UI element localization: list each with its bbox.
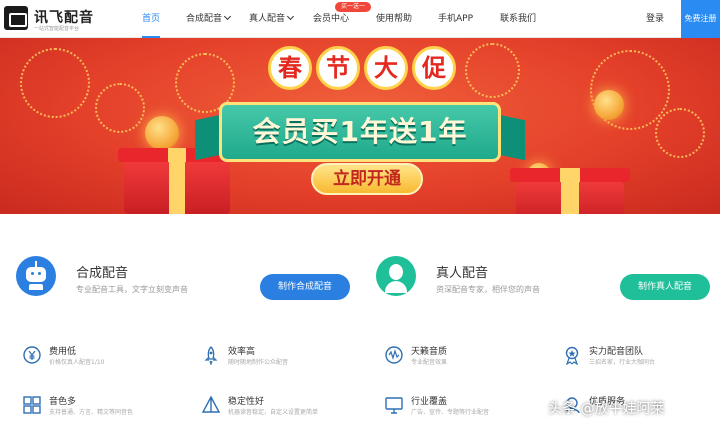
headline-char: 大 (364, 46, 408, 90)
logo-name: 讯飞配音 (34, 10, 94, 26)
nav-contact-label: 联系我们 (500, 14, 537, 24)
feature-subtitle: 支持普通、方言、精文等同音色 (49, 409, 134, 416)
service-human: 真人配音 资深配音专家，相伴您的声音 制作真人配音 (376, 256, 710, 312)
firework-decoration (20, 48, 90, 118)
nav-synthesis-label: 合成配音 (186, 14, 223, 24)
member-promo-badge: 买一送一 (335, 2, 372, 12)
top-nav-bar: 讯飞配音 一站式智能配音平台 首页 合成配音 真人配音 会员中心 使用帮助 手机… (0, 0, 720, 38)
site-logo[interactable]: 讯飞配音 一站式智能配音平台 (4, 6, 104, 34)
offer-text: 会员买1年送1年 (252, 115, 468, 148)
service-title: 真人配音 (436, 266, 489, 281)
yen-icon (23, 346, 41, 364)
feature-title: 行业覆盖 (411, 397, 448, 407)
feature-subtitle: 机器读音稳定，自定义设置更简单 (228, 409, 319, 416)
headline-char: 促 (412, 46, 456, 90)
service-synthesis: 合成配音 专业配音工具，文字立刻变声音 制作合成配音 (16, 256, 356, 312)
nav-contact[interactable]: 联系我们 (500, 0, 536, 38)
register-button[interactable]: 免费注册 (681, 0, 720, 38)
feature-subtitle: 专业配音效果 (411, 359, 448, 366)
nav-app-label: 手机APP (438, 14, 474, 24)
feature-item: 效率高 随时随地制作公众配音 (201, 344, 361, 374)
nav-member-label: 会员中心 (313, 14, 350, 24)
pyramid-icon (201, 395, 221, 413)
service-subtitle: 资深配音专家，相伴您的声音 (436, 285, 540, 294)
logo-tagline: 一站式智能配音平台 (34, 26, 80, 32)
nav-mobile-app[interactable]: 手机APP (438, 0, 473, 38)
headline-char: 春 (268, 46, 312, 90)
feature-title: 天籁音质 (411, 347, 448, 357)
watermark: 头条 @放牛娃阿莱 (548, 401, 665, 417)
feature-subtitle: 价格仅真人配音1/10 (49, 359, 105, 366)
service-title: 合成配音 (76, 266, 129, 281)
rocket-icon (204, 346, 218, 365)
nav-help-label: 使用帮助 (376, 14, 413, 24)
gold-coin-decoration (594, 90, 624, 120)
gift-box-decoration (124, 162, 230, 214)
activate-now-button[interactable]: 立即开通 (311, 163, 423, 195)
feature-subtitle: 广告、宣传、专题等行业配音 (411, 409, 490, 416)
gift-box-lid-decoration (510, 168, 630, 182)
feature-subtitle: 三招名家，行业大咖同台 (589, 359, 656, 366)
gold-coin-decoration (145, 116, 179, 150)
offer-ribbon: 会员买1年送1年 (195, 102, 525, 166)
firework-decoration (95, 83, 145, 133)
firework-decoration (465, 43, 520, 98)
sound-wave-icon (385, 346, 403, 364)
nav-help[interactable]: 使用帮助 (376, 0, 412, 38)
award-medal-icon (565, 346, 579, 365)
gift-box-decoration (516, 182, 624, 214)
nav-human-dubbing[interactable]: 真人配音 (249, 0, 295, 38)
login-link[interactable]: 登录 (646, 0, 664, 38)
feature-title: 音色多 (49, 397, 77, 407)
feature-item: 行业覆盖 广告、宣传、专题等行业配音 (384, 394, 544, 424)
monitor-icon (385, 397, 403, 414)
banner-headline: 春 节 大 促 (268, 46, 458, 94)
feature-subtitle: 随时随地制作公众配音 (228, 359, 289, 366)
robot-icon (16, 256, 56, 296)
feature-title: 费用低 (49, 347, 77, 357)
make-synthesis-dubbing-button[interactable]: 制作合成配音 (260, 274, 350, 300)
firework-decoration (655, 108, 705, 158)
promo-banner[interactable]: 春 节 大 促 会员买1年送1年 立即开通 (0, 38, 720, 214)
feature-title: 稳定性好 (228, 397, 265, 407)
feature-title: 效率高 (228, 347, 256, 357)
nav-home[interactable]: 首页 (142, 0, 161, 38)
nav-home-label: 首页 (142, 14, 161, 24)
feature-item: 稳定性好 机器读音稳定，自定义设置更简单 (201, 394, 361, 424)
feature-title: 实力配音团队 (589, 347, 644, 357)
headline-char: 节 (316, 46, 360, 90)
grid-icon (23, 396, 41, 414)
chevron-down-icon (223, 12, 232, 21)
feature-item: 费用低 价格仅真人配音1/10 (22, 344, 182, 374)
logo-mark-icon (4, 6, 28, 30)
feature-item: 音色多 支持普通、方言、精文等同音色 (22, 394, 182, 424)
chevron-down-icon (286, 12, 295, 21)
ribbon-body: 会员买1年送1年 (219, 102, 501, 162)
person-icon (376, 256, 416, 296)
nav-synthesis-dubbing[interactable]: 合成配音 (186, 0, 232, 38)
make-human-dubbing-button[interactable]: 制作真人配音 (620, 274, 710, 300)
page: 讯飞配音 一站式智能配音平台 首页 合成配音 真人配音 会员中心 使用帮助 手机… (0, 0, 720, 436)
feature-item: 天籁音质 专业配音效果 (384, 344, 544, 374)
feature-item: 实力配音团队 三招名家，行业大咖同台 (562, 344, 718, 374)
nav-human-label: 真人配音 (249, 14, 286, 24)
service-subtitle: 专业配音工具，文字立刻变声音 (76, 285, 188, 294)
